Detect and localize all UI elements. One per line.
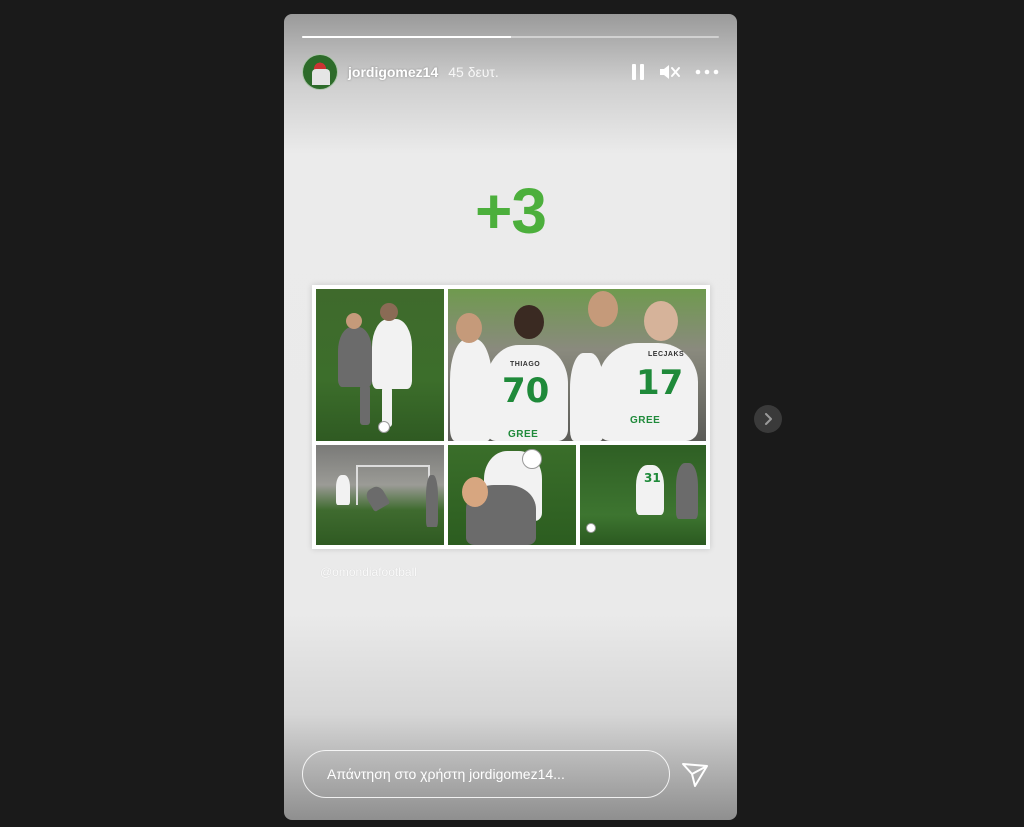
- jersey-number-3: 31: [644, 471, 661, 485]
- reply-placeholder: Απάντηση στο χρήστη jordigomez14...: [327, 766, 565, 782]
- more-icon[interactable]: [695, 69, 719, 75]
- story-controls: [631, 63, 719, 81]
- collage-photo-5: 31: [580, 445, 706, 545]
- collage-photo-4: [448, 445, 576, 545]
- story-sticker-text: +3: [475, 175, 547, 247]
- collage-photo-3: [316, 445, 444, 545]
- progress-track: [302, 36, 719, 38]
- post-time: 45 δευτ.: [448, 64, 499, 80]
- sponsor-2: GREE: [630, 415, 661, 426]
- collage-photo-2: THIAGO 70 GREE LECJAKS 17 GREE: [448, 289, 706, 441]
- progress-fill: [302, 36, 511, 38]
- chevron-right-icon[interactable]: [754, 405, 782, 433]
- pause-icon[interactable]: [631, 63, 645, 81]
- avatar[interactable]: [302, 54, 338, 90]
- story-header: jordigomez14 45 δευτ.: [302, 54, 719, 90]
- photo-credit: @omondiafootball: [320, 565, 417, 579]
- reply-input[interactable]: Απάντηση στο χρήστη jordigomez14...: [302, 750, 670, 798]
- jersey-number-2: 17: [636, 363, 684, 403]
- jersey-name-2: LECJAKS: [648, 351, 685, 358]
- jersey-number-1: 70: [502, 371, 550, 411]
- speaker-muted-icon[interactable]: [659, 63, 681, 81]
- jersey-name-1: THIAGO: [510, 361, 541, 368]
- collage-photo-1: [316, 289, 444, 441]
- story-progress-bar: [302, 36, 719, 38]
- send-icon[interactable]: [680, 760, 710, 790]
- username[interactable]: jordigomez14: [348, 64, 438, 80]
- photo-collage: THIAGO 70 GREE LECJAKS 17 GREE 31: [312, 285, 710, 549]
- sponsor-1: GREE: [508, 429, 539, 440]
- story-viewer: jordigomez14 45 δευτ. +3 THIAGO 70 GREE …: [284, 14, 737, 820]
